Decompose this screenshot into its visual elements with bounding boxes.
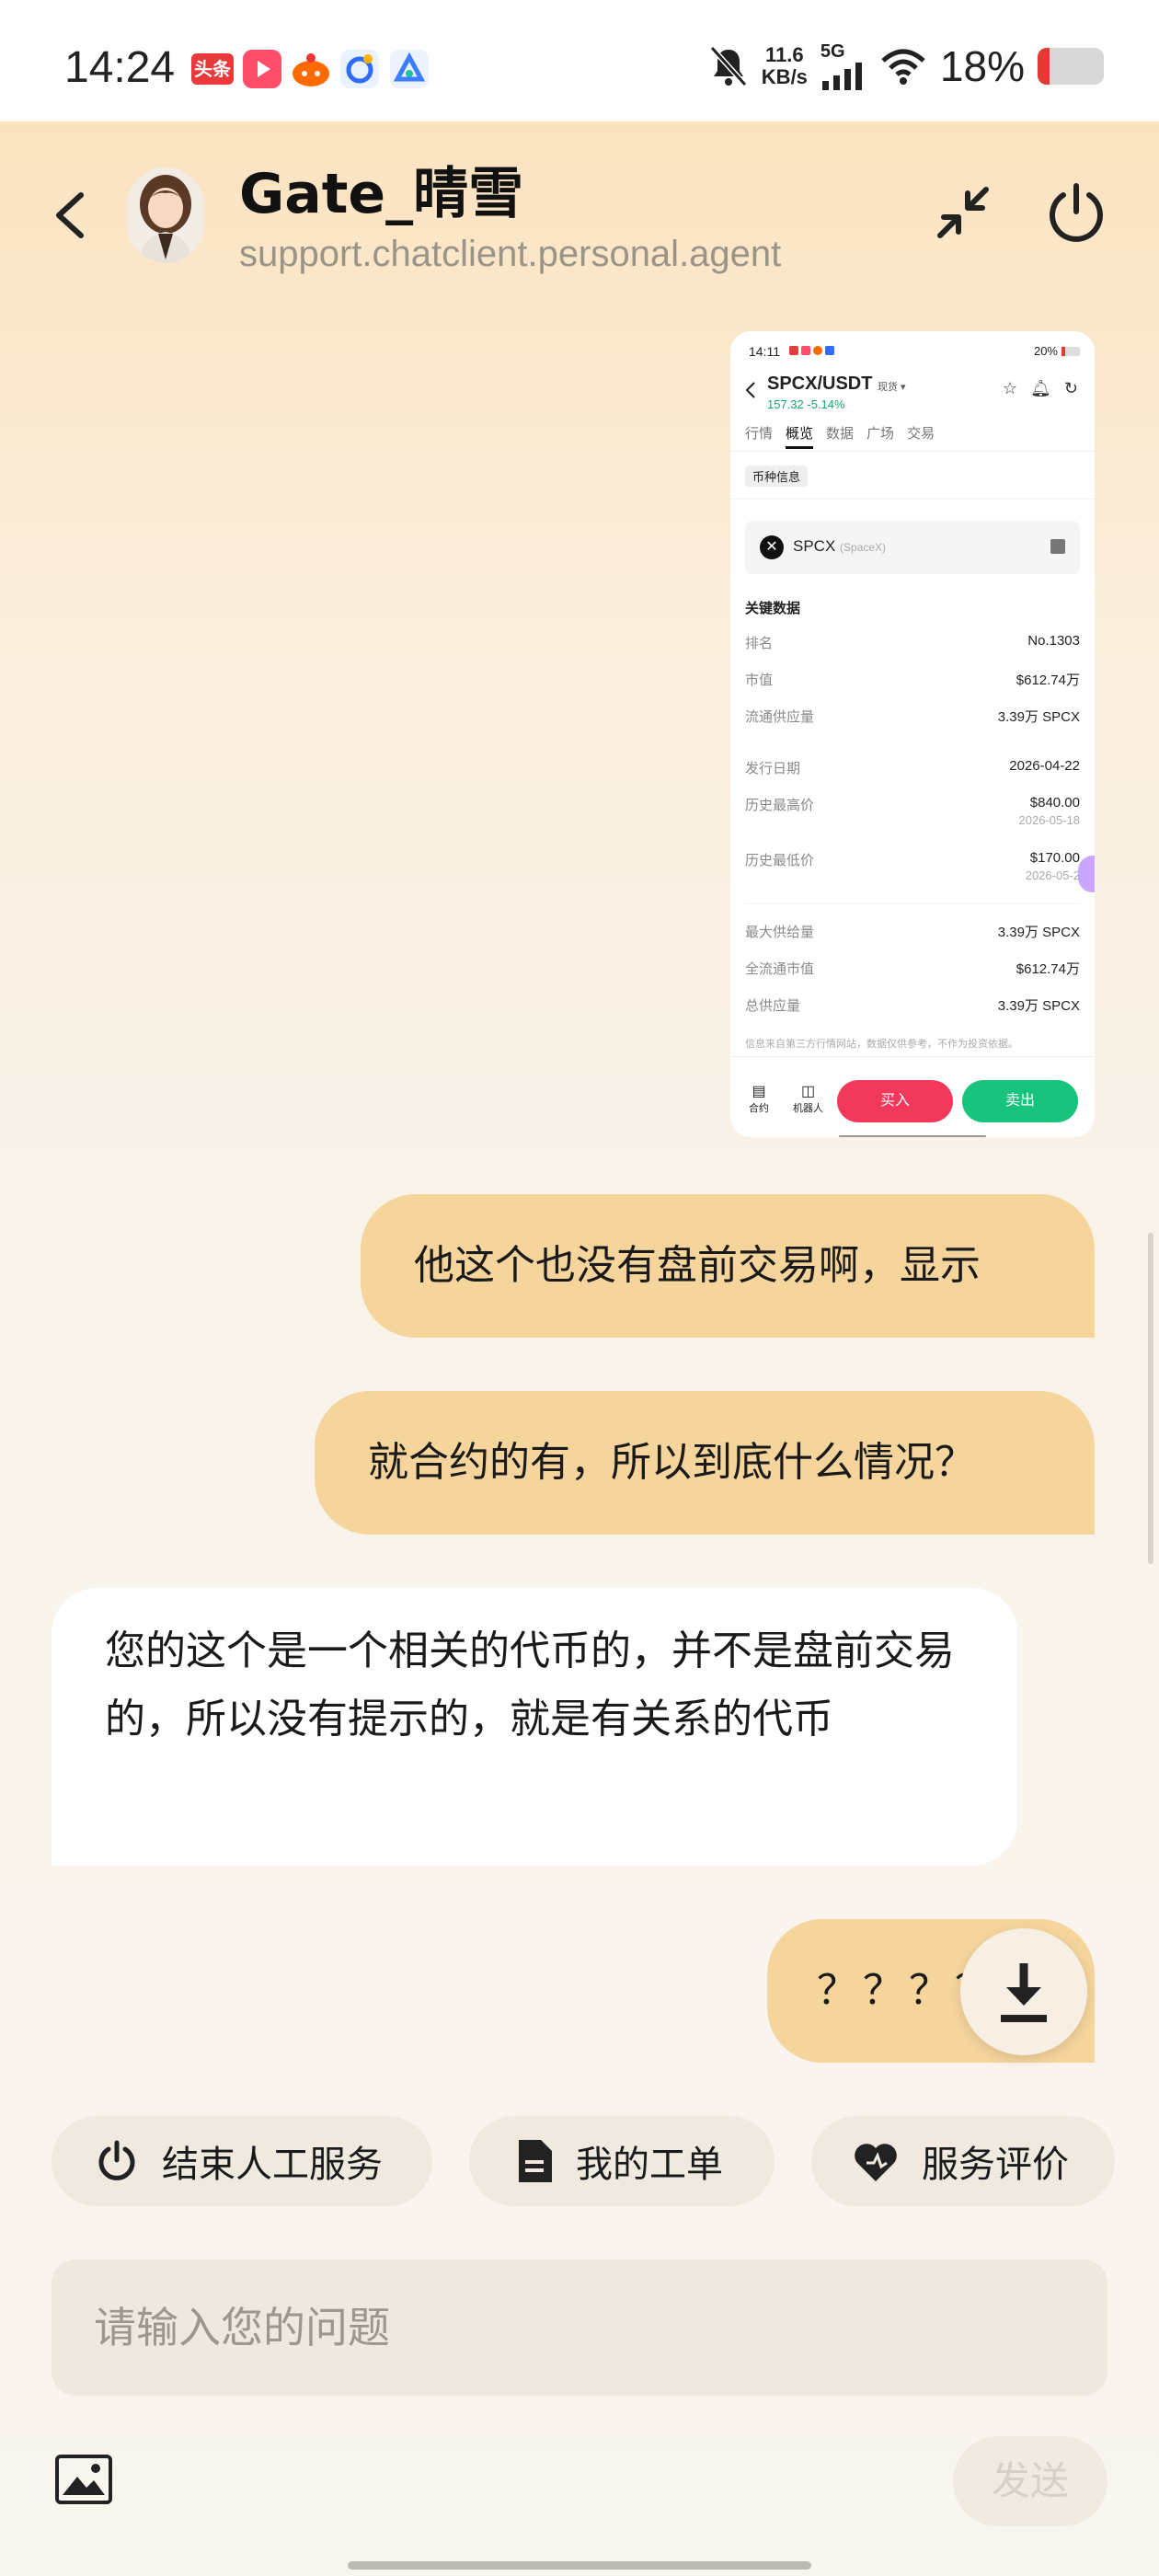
shot-disclaimer: 信息来自第三方行情网站，数据仅供参考，不作为投资依据。 (745, 1039, 1018, 1050)
shot-data-row: 全流通市值 $612.74万 (745, 961, 1080, 977)
network-speed: 11.6 KB/s (761, 43, 808, 88)
shot-pair: SPCX/USDT (767, 374, 873, 394)
shot-data-row: 历史最低价 $170.00 2026-05-2 (745, 850, 1080, 882)
chat-subtitle: support.chatclient.personal.agent (239, 234, 782, 274)
shot-tab: 行情 (745, 426, 774, 442)
shot-refresh-icon: ↻ (1063, 379, 1078, 397)
rate-service-label: 服务评价 (922, 2144, 1069, 2186)
shot-floating-assistant (1078, 856, 1095, 892)
shot-tab: 数据 (826, 426, 855, 442)
cellular-signal: 5G (820, 42, 866, 90)
shot-token-doc-icon (1050, 539, 1065, 554)
shot-contract-tab: ▤ 合约 (749, 1084, 769, 1114)
shot-market-type: 现货 ▾ (878, 382, 906, 393)
my-tickets-label: 我的工单 (576, 2144, 723, 2186)
signal-bars-icon (821, 63, 862, 90)
image-icon (55, 2455, 112, 2504)
shot-token-card: ✕ SPCX (SpaceX) (745, 521, 1080, 574)
home-indicator[interactable] (348, 2561, 811, 2570)
chevron-left-icon (56, 192, 84, 238)
collapse-arrows-icon (937, 187, 989, 238)
shot-status-apps (789, 346, 834, 355)
shot-back-icon (745, 382, 755, 398)
toutiao-app-icon: 头条 (191, 53, 234, 85)
shot-token-logo: ✕ (760, 535, 784, 559)
agent-avatar (127, 167, 204, 263)
status-bar: 14:24 头条 11.6 KB/s 5G 18% (0, 0, 1159, 121)
power-icon (1050, 183, 1103, 242)
shot-tab: 概览 (786, 423, 814, 449)
shot-battery: 20% (1033, 344, 1058, 358)
my-tickets-chip[interactable]: 我的工单 (469, 2116, 775, 2206)
shot-data-row: 流通供应量 3.39万 SPCX (745, 709, 1080, 725)
shot-section-chip: 币种信息 (745, 466, 809, 487)
send-button[interactable]: 发送 (953, 2436, 1107, 2526)
shot-bell-icon: 🔔︎ (1030, 379, 1051, 397)
scroll-to-bottom-button[interactable] (960, 1928, 1087, 2055)
end-service-label: 结束人工服务 (162, 2144, 383, 2186)
shot-star-icon: ☆ (1002, 379, 1018, 397)
video-app-icon (243, 50, 281, 88)
shot-divider (730, 451, 1095, 452)
shot-buy-button: 买入 (837, 1080, 953, 1122)
status-time: 14:24 (64, 43, 176, 92)
battery-percent: 18% (939, 42, 1025, 90)
outgoing-message: 就合约的有，所以到底什么情况？ (315, 1391, 1095, 1535)
battery-level (1038, 48, 1050, 85)
end-session-button[interactable] (1041, 178, 1111, 248)
shot-tabs: 行情 概览 数据 广场 交易 (745, 423, 935, 449)
shot-data-row: 历史最高价 $840.00 2026-05-18 (745, 795, 1080, 827)
shot-time: 14:11 (749, 344, 780, 359)
document-icon (519, 2140, 552, 2182)
shot-tab: 交易 (907, 426, 935, 442)
shot-divider (745, 903, 1080, 904)
download-icon (1001, 1963, 1047, 2022)
status-right: 11.6 KB/s 5G 18% (708, 39, 1104, 94)
wifi-icon (881, 49, 925, 85)
minimize-button[interactable] (931, 180, 995, 245)
sent-screenshot-image[interactable]: 14:11 20% SPCX/USDT 现货 ▾ 157.32 -5.14% ☆… (730, 331, 1095, 1137)
shot-data-row: 市值 $612.74万 (745, 673, 1080, 688)
shot-data-row: 排名 No.1303 (745, 633, 1080, 651)
baidu-app-icon (340, 50, 379, 88)
shot-sell-button: 卖出 (962, 1080, 1078, 1122)
rate-service-chip[interactable]: 服务评价 (811, 2116, 1115, 2206)
back-button[interactable] (48, 188, 94, 243)
scrollbar[interactable] (1148, 1233, 1153, 1564)
shot-data-row: 总供应量 3.39万 SPCX (745, 998, 1080, 1014)
shot-data-row: 最大供给量 3.39万 SPCX (745, 925, 1080, 940)
shot-key-data-title: 关键数据 (745, 601, 801, 616)
alibaba-cloud-app-icon (390, 50, 429, 88)
shot-data-row: 发行日期 2026-04-22 (745, 758, 1080, 776)
shot-price-line: 157.32 -5.14% (767, 397, 845, 411)
power-icon (98, 2140, 135, 2180)
shot-token-name: SPCX (SpaceX) (793, 537, 887, 555)
message-input[interactable]: 请输入您的问题 (52, 2260, 1107, 2396)
shot-tab: 广场 (866, 426, 895, 442)
shot-battery-icon (1061, 347, 1080, 356)
shot-header-actions: ☆ 🔔︎ ↻ (1003, 379, 1078, 398)
shot-divider (730, 1056, 1095, 1057)
incoming-message: 您的这个是一个相关的代币的，并不是盘前交易的，所以没有提示的，就是有关系的代币 (52, 1588, 1017, 1866)
shot-bot-tab: ◫ 机器人 (793, 1084, 823, 1114)
image-upload-button[interactable] (55, 2455, 112, 2504)
chat-header: Gate_晴雪 support.chatclient.personal.agen… (0, 121, 1159, 305)
heart-icon (855, 2144, 897, 2181)
shot-divider (730, 499, 1095, 500)
shot-home-indicator (839, 1135, 986, 1137)
end-service-chip[interactable]: 结束人工服务 (52, 2116, 432, 2206)
taobao-app-icon (291, 50, 329, 88)
outgoing-message: 他这个也没有盘前交易啊，显示 (361, 1194, 1095, 1338)
silent-bell-icon (709, 45, 748, 87)
chat-title: Gate_晴雪 (239, 162, 524, 226)
battery-icon (1038, 48, 1104, 85)
